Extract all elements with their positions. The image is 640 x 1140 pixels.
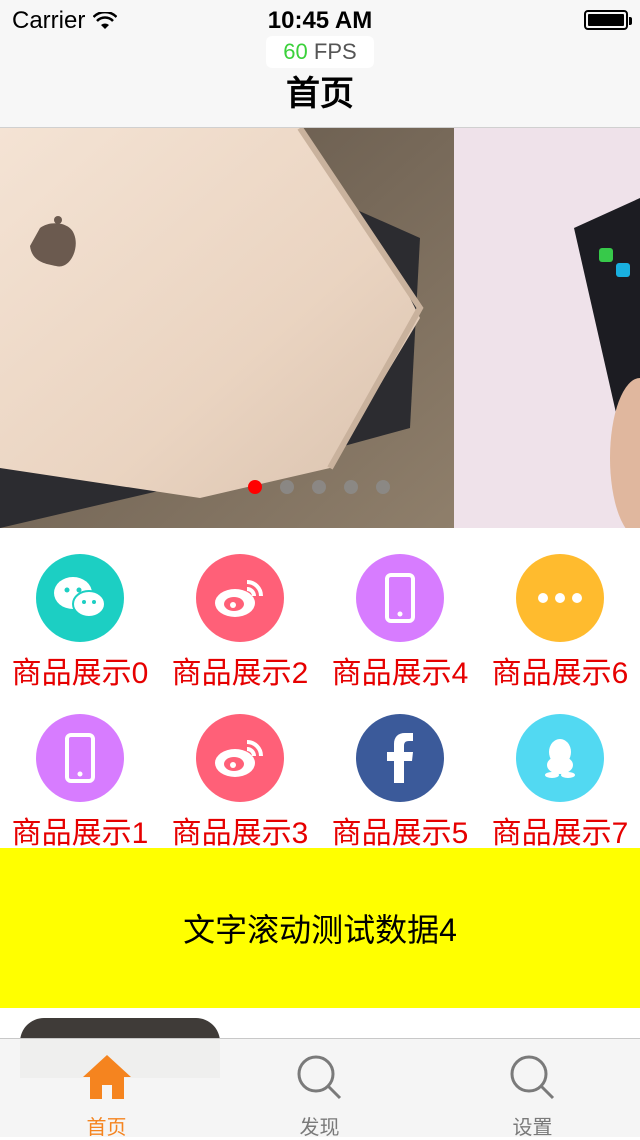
qq-icon <box>516 714 604 802</box>
more-icon <box>516 554 604 642</box>
grid-item[interactable]: 商品展示4 <box>320 528 480 690</box>
grid-item-label: 商品展示7 <box>491 817 629 850</box>
search-icon <box>510 1055 555 1100</box>
battery-icon <box>584 10 632 30</box>
tab-bar: 首页 发现 设置 <box>0 1038 640 1139</box>
weibo-icon <box>196 714 284 802</box>
weibo-icon <box>196 554 284 642</box>
search-icon <box>297 1055 342 1100</box>
grid-item[interactable]: 商品展示5 <box>320 688 480 850</box>
grid-item-label: 商品展示4 <box>331 657 469 690</box>
grid-item[interactable]: 商品展示6 <box>480 528 640 690</box>
grid-item[interactable]: 商品展示2 <box>160 528 320 690</box>
hand-phone-photo <box>454 128 640 528</box>
tab-home[interactable]: 首页 <box>0 1039 213 1139</box>
phone-icon <box>356 554 444 642</box>
tab-discover[interactable]: 发现 <box>213 1039 426 1139</box>
page-dot[interactable] <box>344 480 358 494</box>
phone-icon <box>36 714 124 802</box>
page-dot[interactable] <box>312 480 326 494</box>
status-time: 10:45 AM <box>267 7 373 34</box>
grid-item[interactable]: 商品展示7 <box>480 688 640 850</box>
status-bar: Carrier 10:45 AM <box>0 0 640 40</box>
banner-carousel[interactable] <box>0 128 640 528</box>
grid-item-label: 商品展示0 <box>11 657 149 690</box>
tab-settings[interactable]: 设置 <box>426 1039 639 1139</box>
scrolling-notice[interactable]: 文字滚动测试数据4 <box>0 848 640 1008</box>
facebook-icon <box>356 714 444 802</box>
product-grid: 商品展示0 商品展示2 商品展示4 商品展示6 商品展示1 商品展示3 商品展示… <box>0 528 640 850</box>
grid-item[interactable]: 商品展示0 <box>0 528 160 690</box>
page-title: 首页 <box>286 75 354 113</box>
banner-page-control[interactable] <box>248 480 390 494</box>
iphone-photo <box>0 128 454 528</box>
grid-item-label: 商品展示2 <box>171 657 309 690</box>
home-icon <box>83 1055 131 1099</box>
grid-item[interactable]: 商品展示1 <box>0 688 160 850</box>
grid-item-label: 商品展示3 <box>171 817 309 850</box>
page-dot-active[interactable] <box>248 480 262 494</box>
fps-label: FPS <box>313 39 357 64</box>
page-dot[interactable] <box>280 480 294 494</box>
notice-text: 文字滚动测试数据4 <box>183 912 457 948</box>
fps-value: 60 <box>283 39 308 64</box>
banner-slide-iphone[interactable] <box>0 128 454 528</box>
grid-item[interactable]: 商品展示3 <box>160 688 320 850</box>
grid-item-label: 商品展示5 <box>331 817 469 850</box>
grid-item-label: 商品展示1 <box>11 817 149 850</box>
page-dot[interactable] <box>376 480 390 494</box>
banner-slide-hand[interactable] <box>454 128 640 528</box>
feed-list <box>0 1008 640 1078</box>
wechat-icon <box>36 554 124 642</box>
grid-item-label: 商品展示6 <box>491 657 629 690</box>
fps-indicator: 60 FPS <box>266 36 374 68</box>
